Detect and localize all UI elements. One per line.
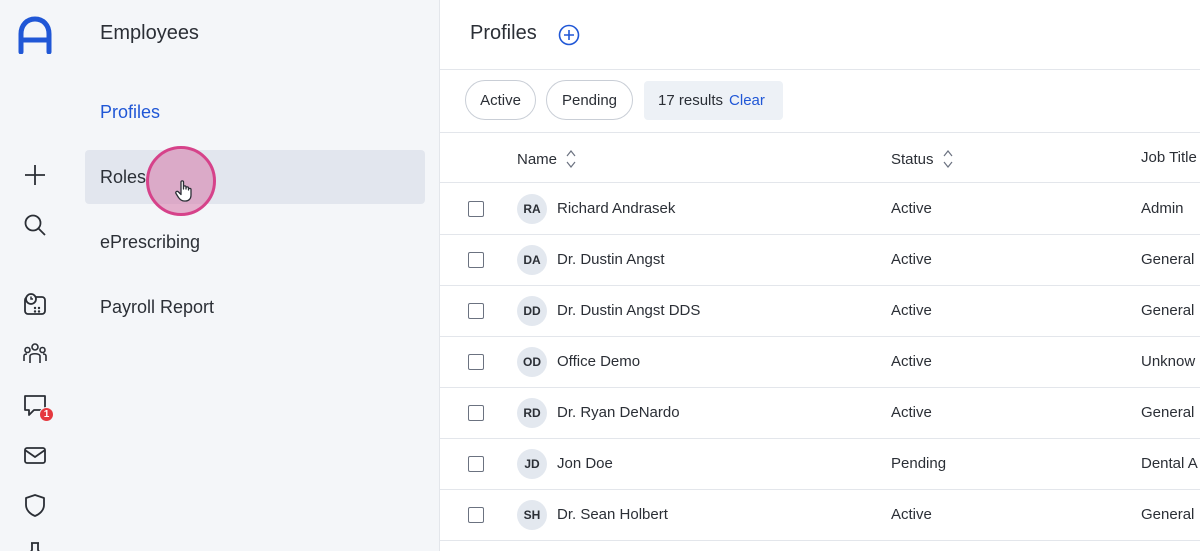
employee-name[interactable]: Dr. Ryan DeNardo — [557, 404, 680, 421]
logo-icon[interactable] — [17, 16, 53, 54]
nav-item-eprescribing[interactable]: ePrescribing — [85, 215, 425, 269]
employee-status: Pending — [891, 455, 947, 472]
row-checkbox[interactable] — [468, 456, 484, 472]
employee-status: Active — [891, 200, 932, 217]
employee-status: Active — [891, 251, 932, 268]
table-row[interactable]: DD Dr. Dustin Angst DDS Active General — [440, 286, 1200, 337]
people-icon[interactable] — [20, 339, 50, 369]
column-header-label: Job Title — [1141, 149, 1197, 166]
employee-job-title: General — [1141, 302, 1195, 319]
employee-name[interactable]: Dr. Dustin Angst — [557, 251, 665, 268]
row-checkbox[interactable] — [468, 303, 484, 319]
filter-bar: Active Pending 17 results Clear — [440, 70, 1200, 133]
table-row[interactable]: RD Dr. Ryan DeNardo Active General — [440, 388, 1200, 439]
shield-icon[interactable] — [20, 490, 50, 520]
page-header: Profiles — [440, 0, 1200, 70]
table-row[interactable]: DA Dr. Dustin Angst Active General — [440, 235, 1200, 286]
filter-chip-label: Active — [480, 91, 521, 109]
filter-chip-active[interactable]: Active — [465, 80, 536, 120]
employee-status: Active — [891, 353, 932, 370]
sort-icon[interactable] — [942, 149, 954, 169]
nav-item-roles[interactable]: Roles — [85, 150, 425, 204]
employees-subnav: Employees Profiles Roles ePrescribing Pa… — [70, 0, 440, 551]
calendar-clock-icon[interactable] — [20, 289, 50, 319]
table-row[interactable]: OD Office Demo Active Unknow — [440, 337, 1200, 388]
icon-rail: 1 — [0, 0, 70, 551]
employee-job-title: Dental A — [1141, 455, 1198, 472]
row-checkbox[interactable] — [468, 405, 484, 421]
section-title: Employees — [100, 22, 199, 44]
search-icon[interactable] — [20, 210, 50, 240]
employee-job-title: Admin — [1141, 200, 1184, 217]
sort-icon[interactable] — [565, 149, 577, 169]
employee-status: Active — [891, 302, 932, 319]
employee-status: Active — [891, 404, 932, 421]
table-row[interactable]: JD Jon Doe Pending Dental A — [440, 439, 1200, 490]
avatar: OD — [517, 347, 547, 377]
nav-item-payroll-report[interactable]: Payroll Report — [85, 280, 425, 334]
avatar: RA — [517, 194, 547, 224]
avatar: DA — [517, 245, 547, 275]
filter-chip-label: Pending — [561, 91, 618, 109]
nav-item-label: ePrescribing — [100, 231, 201, 252]
avatar: RD — [517, 398, 547, 428]
clear-filters-link[interactable]: Clear — [729, 92, 765, 109]
employee-job-title: General — [1141, 506, 1195, 523]
nav-item-profiles[interactable]: Profiles — [85, 85, 425, 139]
nav-item-label: Roles — [100, 166, 147, 187]
plus-icon[interactable] — [20, 160, 50, 190]
page-title: Profiles — [470, 22, 537, 44]
avatar: JD — [517, 449, 547, 479]
table-header: Name Status Job Title — [440, 133, 1200, 183]
employee-job-title: Unknow — [1141, 353, 1196, 370]
employee-name[interactable]: Office Demo — [557, 353, 640, 370]
table-row[interactable]: RA Richard Andrasek Active Admin — [440, 184, 1200, 235]
add-profile-button[interactable] — [558, 24, 580, 46]
employee-name[interactable]: Dr. Sean Holbert — [557, 506, 668, 523]
row-checkbox[interactable] — [468, 354, 484, 370]
employee-name[interactable]: Richard Andrasek — [557, 200, 675, 217]
employee-status: Active — [891, 506, 932, 523]
table-row[interactable]: SH Dr. Sean Holbert Active General — [440, 490, 1200, 541]
avatar: SH — [517, 500, 547, 530]
column-header-label: Name — [517, 150, 558, 168]
row-checkbox[interactable] — [468, 201, 484, 217]
results-count: 17 results — [658, 92, 724, 109]
filter-chip-pending[interactable]: Pending — [546, 80, 633, 120]
employee-name[interactable]: Dr. Dustin Angst DDS — [557, 302, 700, 319]
chat-icon[interactable]: 1 — [20, 390, 54, 422]
results-summary: 17 results Clear — [644, 81, 783, 120]
column-header-name[interactable]: Name — [517, 149, 577, 169]
row-checkbox[interactable] — [468, 507, 484, 523]
notification-badge: 1 — [39, 407, 54, 422]
employee-name[interactable]: Jon Doe — [557, 455, 613, 472]
employee-job-title: General — [1141, 251, 1195, 268]
pin-icon[interactable] — [20, 538, 50, 551]
mail-icon[interactable] — [20, 440, 50, 470]
row-checkbox[interactable] — [468, 252, 484, 268]
nav-item-label: Payroll Report — [100, 296, 215, 317]
avatar: DD — [517, 296, 547, 326]
employee-job-title: General — [1141, 404, 1195, 421]
column-header-status[interactable]: Status — [891, 149, 954, 169]
hand-cursor-icon — [175, 180, 192, 202]
column-header-label: Status — [891, 150, 934, 168]
column-header-job-title[interactable]: Job Title — [1141, 149, 1197, 166]
main-content: Profiles Active Pending 17 results Clear… — [440, 0, 1200, 551]
nav-item-label: Profiles — [100, 101, 161, 122]
